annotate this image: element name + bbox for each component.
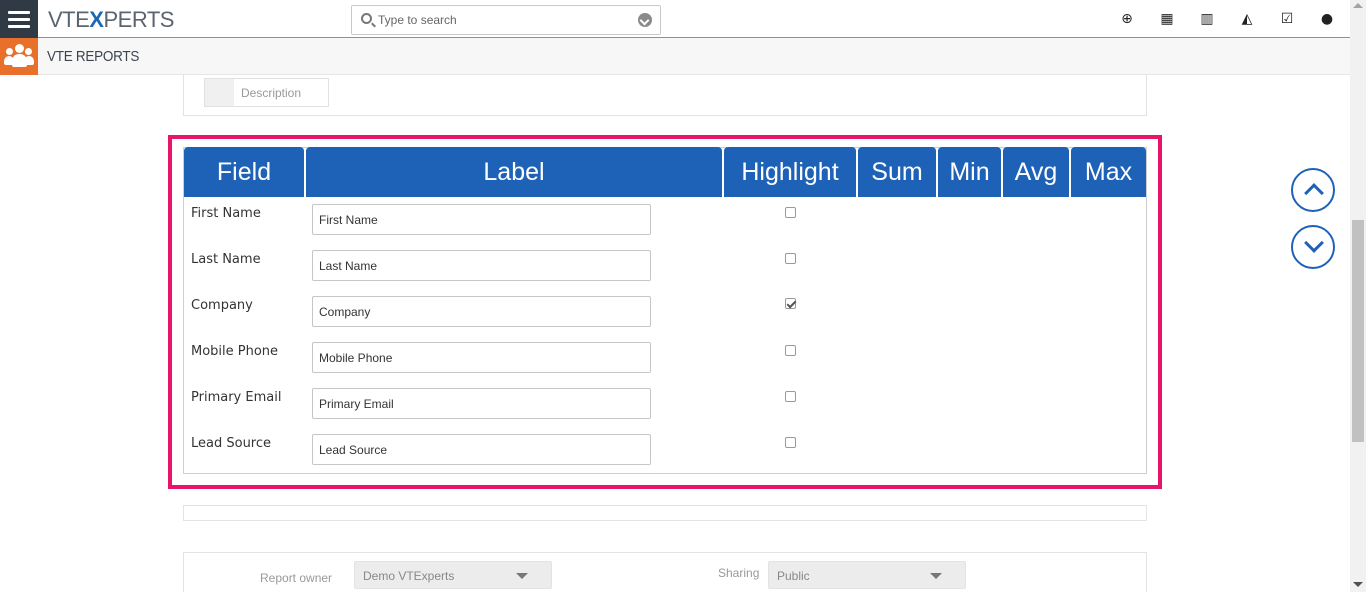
row-field-label: Company [191,298,253,313]
bar-chart-icon[interactable]: ▥ [1198,10,1216,28]
module-title[interactable]: VTE REPORTS [47,48,139,65]
description-chip-label: Description [241,86,302,100]
row-label-input[interactable] [312,296,651,327]
row-highlight-checkbox[interactable] [785,298,796,309]
user-icon[interactable]: ● [1318,10,1336,28]
row-highlight-checkbox[interactable] [785,391,796,402]
sharing-select[interactable]: Public [768,561,966,589]
report-owner-select[interactable]: Demo VTExperts [354,561,552,589]
header-highlight: Highlight [724,147,856,197]
sharing-label: Sharing [718,566,760,580]
header-field: Field [184,147,304,197]
search-input[interactable] [378,10,633,30]
header-min: Min [938,147,1001,197]
header-sum: Sum [858,147,936,197]
search-icon [361,13,372,24]
row-label-input[interactable] [312,434,651,465]
vtexperts-logo[interactable]: VTEXPERTS [48,7,174,33]
task-check-icon[interactable]: ☑ [1278,10,1296,28]
row-label-input[interactable] [312,250,651,281]
empty-section-panel [183,505,1147,521]
row-highlight-checkbox[interactable] [785,207,796,218]
row-field-label: Mobile Phone [191,344,279,359]
description-panel: Description [183,75,1147,116]
reports-module-icon[interactable] [0,38,38,75]
area-chart-icon[interactable]: ◭ [1238,10,1256,28]
chevron-down-icon [516,573,528,579]
row-label-input[interactable] [312,388,651,419]
scrollbar-thumb[interactable] [1352,220,1364,442]
chevron-down-icon [930,573,942,579]
header-avg: Avg [1003,147,1069,197]
calendar-icon[interactable]: ▦ [1158,10,1176,28]
row-field-label: Primary Email [191,390,282,405]
report-owner-label: Report owner [260,571,333,585]
row-label-input[interactable] [312,204,651,235]
header-label: Label [306,147,722,197]
global-search [351,5,661,35]
description-chip-swatch [205,79,234,106]
row-highlight-checkbox[interactable] [785,345,796,356]
hamburger-menu-icon[interactable] [0,0,38,38]
move-up-chevron-icon[interactable] [1291,168,1335,212]
scroll-up-arrow-icon[interactable] [1353,3,1363,8]
description-chip[interactable]: Description [204,78,329,107]
report-owner-panel: Report owner Demo VTExperts Sharing Publ… [183,552,1147,592]
move-down-chevron-icon[interactable] [1291,225,1335,269]
header-max: Max [1071,147,1146,197]
report-owner-value: Demo VTExperts [363,569,455,583]
top-navigation-bar: VTEXPERTS ⊕ ▦ ▥ ◭ ☑ ● [0,0,1366,38]
module-header: VTE REPORTS [0,38,1350,75]
row-highlight-checkbox[interactable] [785,437,796,448]
row-field-label: First Name [191,206,261,221]
scroll-down-arrow-icon[interactable] [1353,582,1363,587]
row-field-label: Lead Source [191,436,272,451]
plus-circle-icon[interactable]: ⊕ [1118,10,1136,28]
row-label-input[interactable] [312,342,651,373]
row-highlight-checkbox[interactable] [785,253,796,264]
search-options-chevron-icon[interactable] [638,13,652,27]
sharing-value: Public [777,569,810,583]
top-actions: ⊕ ▦ ▥ ◭ ☑ ● [1118,10,1336,28]
row-field-label: Last Name [191,252,261,267]
